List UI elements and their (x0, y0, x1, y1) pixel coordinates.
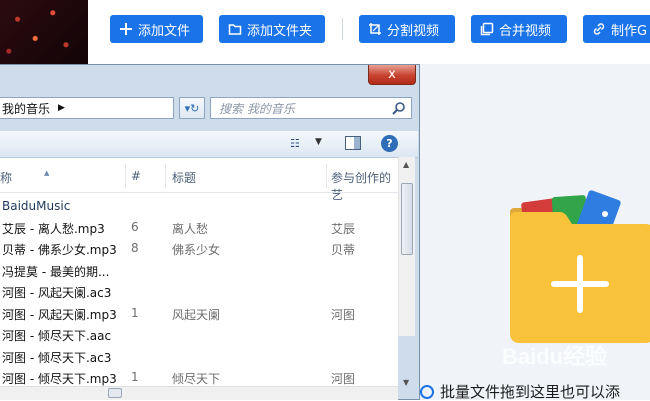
table-row[interactable]: 河图 - 倾尽天下.ac3 (0, 346, 398, 367)
column-divider[interactable] (165, 164, 166, 188)
track-artist: 艾辰 (331, 222, 356, 236)
table-row[interactable]: 河图 - 风起天阑.mp3 1 风起天阑 河图 (0, 303, 398, 324)
merge-video-label: 合并视频 (499, 23, 552, 39)
file-explorer-window: x 我的音乐 ▶ ▾↻ 搜索 我的音乐 ☷ ▼ ? ▲ 称 # 标题 参与创作的… (0, 64, 420, 401)
search-input[interactable]: 搜索 我的音乐 (210, 97, 412, 119)
app-toolbar: 添加文件 添加文件夹 分割视频 合并视频 制作G (88, 0, 650, 64)
scroll-down-icon[interactable]: ▼ (403, 378, 409, 387)
track-number: 6 (131, 220, 139, 234)
split-video-button[interactable]: 分割视频 (359, 15, 455, 43)
add-folder-illustration-icon[interactable] (505, 188, 650, 348)
column-artist[interactable]: 参与创作的艺 (331, 169, 398, 203)
window-close-button[interactable]: x (368, 65, 416, 85)
vertical-scrollbar[interactable]: ▲ ▼ (398, 157, 415, 387)
column-number[interactable]: # (131, 169, 141, 183)
merge-video-button[interactable]: 合并视频 (471, 15, 567, 43)
track-title: 风起天阑 (172, 308, 221, 322)
table-row[interactable]: 艾辰 - 离人愁.mp3 6 离人愁 艾辰 (0, 217, 398, 238)
baidu-watermark: Baidu经验 (502, 344, 607, 369)
add-file-label: 添加文件 (138, 23, 191, 39)
table-row[interactable]: 河图 - 风起天阑.ac3 (0, 281, 398, 302)
file-name: 河图 - 风起天阑.ac3 (2, 286, 112, 300)
refresh-button[interactable]: ▾↻ (179, 97, 205, 119)
preview-pane-icon[interactable] (345, 136, 361, 150)
drop-hint: 批量文件拖到这里也可以添 (420, 383, 650, 400)
file-name: 河图 - 倾尽天下.aac (2, 329, 112, 343)
track-artist: 河图 (331, 372, 356, 386)
drop-hint-text: 批量文件拖到这里也可以添 (440, 383, 621, 400)
column-headers: ▲ 称 # 标题 参与创作的艺 (0, 158, 398, 202)
make-gif-button[interactable]: 制作G (583, 15, 650, 43)
sort-up-icon: ▲ (44, 169, 50, 177)
table-row[interactable]: 河图 - 倾尽天下.aac (0, 324, 398, 345)
address-text: 我的音乐 (2, 101, 51, 116)
chevron-right-icon[interactable]: ▶ (58, 103, 65, 113)
column-divider[interactable] (326, 164, 327, 188)
close-icon: x (388, 67, 396, 82)
add-file-button[interactable]: 添加文件 (110, 15, 203, 43)
file-name: 冯提莫 - 最美的期... (2, 265, 110, 279)
folder-icon (228, 22, 242, 36)
toolbar-divider (342, 18, 343, 40)
scrollbar-thumb[interactable] (401, 183, 413, 255)
scroll-up-icon[interactable]: ▲ (403, 160, 409, 169)
column-divider[interactable] (125, 164, 126, 188)
search-placeholder: 搜索 我的音乐 (219, 101, 295, 116)
file-name: 河图 - 倾尽天下.ac3 (2, 351, 112, 365)
table-row[interactable]: 贝蒂 - 佛系少女.mp3 8 佛系少女 贝蒂 (0, 238, 398, 259)
crop-icon (368, 22, 382, 36)
search-icon[interactable] (392, 101, 406, 115)
track-title: 倾尽天下 (172, 372, 221, 386)
refresh-icon: ▾↻ (184, 101, 200, 115)
command-bar: ☷ ▼ ? (0, 131, 418, 158)
add-folder-label: 添加文件夹 (247, 23, 313, 39)
link-icon (592, 22, 606, 36)
track-number: 1 (131, 370, 139, 384)
watermark-text: Baidu经验 (502, 344, 607, 369)
add-folder-button[interactable]: 添加文件夹 (219, 15, 325, 43)
copy-icon (480, 22, 494, 36)
file-name: 贝蒂 - 佛系少女.mp3 (2, 243, 117, 257)
scrollbar-thumb[interactable] (108, 388, 122, 398)
file-name: 河图 - 倾尽天下.mp3 (2, 372, 117, 386)
track-number: 8 (131, 241, 139, 255)
chevron-down-icon[interactable]: ▼ (315, 137, 322, 147)
plus-icon (119, 22, 133, 36)
track-number: 1 (131, 306, 139, 320)
file-list: ▲ 称 # 标题 参与创作的艺 BaiduMusic 艾辰 - 离人愁.mp3 … (0, 158, 398, 401)
track-title: 佛系少女 (172, 243, 221, 257)
file-name: 艾辰 - 离人愁.mp3 (2, 222, 105, 236)
background-photo (0, 0, 88, 64)
address-bar[interactable]: 我的音乐 ▶ (0, 97, 174, 119)
column-name[interactable]: 称 (0, 169, 12, 186)
split-video-label: 分割视频 (387, 23, 440, 39)
track-artist: 河图 (331, 308, 356, 322)
table-row[interactable]: 河图 - 倾尽天下.mp3 1 倾尽天下 河图 (0, 367, 398, 388)
track-artist: 贝蒂 (331, 243, 356, 257)
column-title[interactable]: 标题 (172, 169, 196, 186)
info-icon (420, 384, 434, 399)
group-header[interactable]: BaiduMusic (2, 199, 70, 213)
horizontal-scrollbar[interactable] (0, 386, 398, 400)
view-details-icon[interactable]: ☷ (290, 137, 300, 150)
help-icon[interactable]: ? (381, 135, 398, 152)
table-row[interactable]: 冯提莫 - 最美的期... (0, 260, 398, 281)
file-name: 河图 - 风起天阑.mp3 (2, 308, 117, 322)
make-gif-label: 制作G (611, 23, 648, 39)
track-title: 离人愁 (172, 222, 209, 236)
